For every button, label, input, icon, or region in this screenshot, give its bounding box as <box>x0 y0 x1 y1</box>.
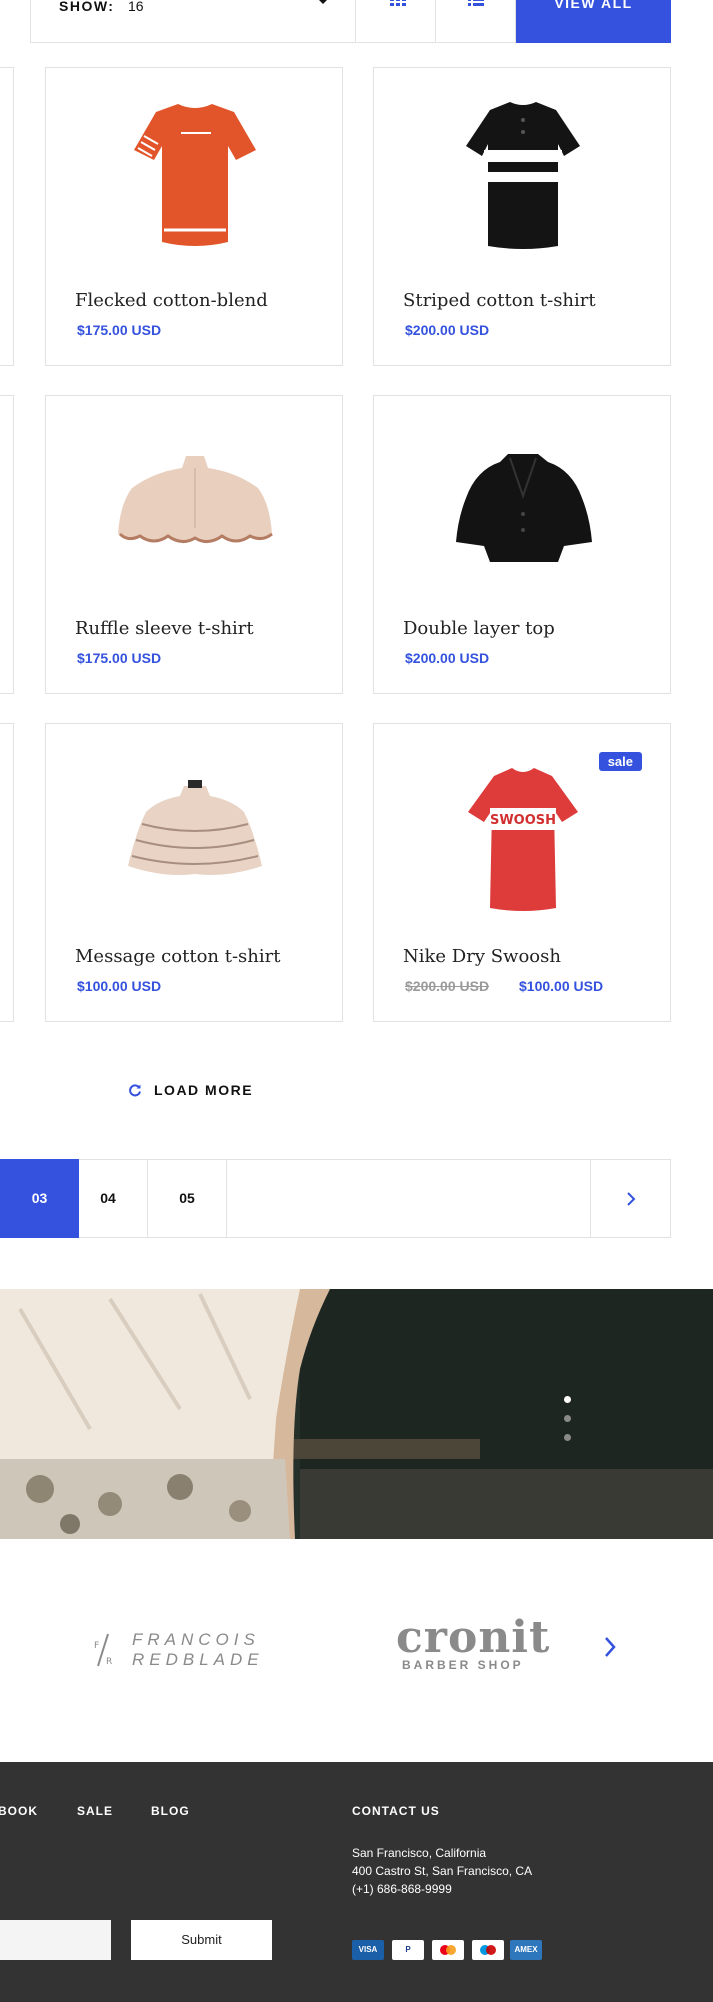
load-more-label: LOAD MORE <box>154 1082 254 1098</box>
product-image <box>456 454 592 562</box>
next-page-button[interactable] <box>590 1159 670 1238</box>
page-button-03[interactable]: 03 <box>0 1159 79 1238</box>
show-value: 16 <box>128 0 144 14</box>
maestro-icon <box>472 1940 504 1960</box>
view-all-button[interactable]: VIEW ALL <box>516 0 671 43</box>
svg-text:F: F <box>94 1641 99 1651</box>
hero-banner <box>0 1289 713 1539</box>
product-image <box>466 102 580 249</box>
brand-logo-francois-redblade[interactable]: F R FRANCOIS REDBLADE <box>94 1630 274 1670</box>
product-name[interactable]: Flecked cotton-blend <box>75 290 268 311</box>
partial-card <box>0 395 14 694</box>
chevron-right-icon <box>605 1637 616 1657</box>
banner-image <box>0 1289 713 1539</box>
visa-icon: VISA <box>352 1940 384 1960</box>
address-line-2: 400 Castro St, San Francisco, CA <box>352 1864 533 1878</box>
product-card[interactable]: Flecked cotton-blend $175.00 USD <box>45 67 343 366</box>
product-name[interactable]: Message cotton t-shirt <box>75 946 280 967</box>
brand-logo-cronit[interactable]: cronit BARBER SHOP <box>396 1612 560 1676</box>
brand1-line1: FRANCOIS <box>132 1630 260 1649</box>
amex-icon: AMEX <box>510 1940 542 1960</box>
footer-nav-book[interactable]: BOOK <box>0 1804 38 1818</box>
product-image <box>118 456 273 543</box>
product-image <box>134 104 256 246</box>
partial-card <box>0 67 14 366</box>
address-line-1: San Francisco, California <box>352 1846 487 1860</box>
product-name[interactable]: Double layer top <box>403 618 555 639</box>
contact-heading: CONTACT US <box>352 1804 440 1818</box>
footer-nav-blog[interactable]: BLOG <box>151 1804 190 1818</box>
brand1-line2: REDBLADE <box>132 1650 264 1669</box>
product-price-sale: $100.00 USD <box>519 978 604 994</box>
newsletter-email-input[interactable] <box>0 1920 111 1960</box>
phone-number[interactable]: (+1) 686-868-9999 <box>352 1882 452 1896</box>
product-price: $100.00 USD <box>77 978 162 994</box>
shop-toolbar: SHOW: 16 VIEW ALL <box>0 0 713 44</box>
product-name[interactable]: Nike Dry Swoosh <box>403 946 561 967</box>
page-button-05[interactable]: 05 <box>148 1159 227 1238</box>
chevron-down-icon <box>317 0 329 4</box>
grid-view-button[interactable] <box>356 0 436 43</box>
product-card[interactable]: Striped cotton t-shirt $200.00 USD <box>373 67 671 366</box>
brand2-sub: BARBER SHOP <box>402 1658 524 1672</box>
partial-card <box>0 723 14 1022</box>
grid-view-icon <box>390 0 406 6</box>
slider-dot[interactable] <box>564 1415 571 1422</box>
page-button-04[interactable]: 04 <box>69 1159 148 1238</box>
list-view-button[interactable] <box>436 0 516 43</box>
slider-dot-active[interactable] <box>564 1396 571 1403</box>
list-view-icon <box>468 0 484 6</box>
product-price: $200.00 USD <box>405 322 490 338</box>
product-name[interactable]: Ruffle sleeve t-shirt <box>75 618 254 639</box>
product-price-original: $200.00 USD <box>405 978 490 994</box>
brands-next-button[interactable] <box>604 1636 616 1662</box>
mastercard-icon <box>432 1940 464 1960</box>
refresh-icon <box>129 1084 141 1097</box>
slider-dot[interactable] <box>564 1434 571 1441</box>
footer: BOOK SALE BLOG CONTACT US San Francisco,… <box>0 1762 713 2002</box>
paypal-icon: P <box>392 1940 424 1960</box>
product-card[interactable]: sale SWOOSH $200.00 USD $100.00 USD Nike… <box>373 723 671 1022</box>
product-price: $175.00 USD <box>77 650 162 666</box>
show-count-select[interactable]: SHOW: 16 <box>30 0 356 43</box>
product-price: $175.00 USD <box>77 322 162 338</box>
product-card[interactable]: Message cotton t-shirt $100.00 USD <box>45 723 343 1022</box>
brand2-name: cronit <box>396 1612 551 1663</box>
product-price: $200.00 USD <box>405 650 490 666</box>
load-more-button[interactable]: LOAD MORE <box>128 1078 253 1102</box>
svg-text:R: R <box>106 1657 112 1667</box>
chevron-right-icon <box>626 1191 635 1206</box>
submit-button[interactable]: Submit <box>131 1920 272 1960</box>
svg-text:SWOOSH: SWOOSH <box>490 813 556 828</box>
product-name[interactable]: Striped cotton t-shirt <box>403 290 596 311</box>
product-card[interactable]: Ruffle sleeve t-shirt $175.00 USD <box>45 395 343 694</box>
footer-nav-sale[interactable]: SALE <box>77 1804 113 1818</box>
pagination: 03 04 05 <box>0 1159 671 1238</box>
product-card[interactable]: Double layer top $200.00 USD <box>373 395 671 694</box>
product-image <box>128 780 262 875</box>
product-image: SWOOSH <box>468 768 578 911</box>
show-label: SHOW: <box>59 0 115 14</box>
